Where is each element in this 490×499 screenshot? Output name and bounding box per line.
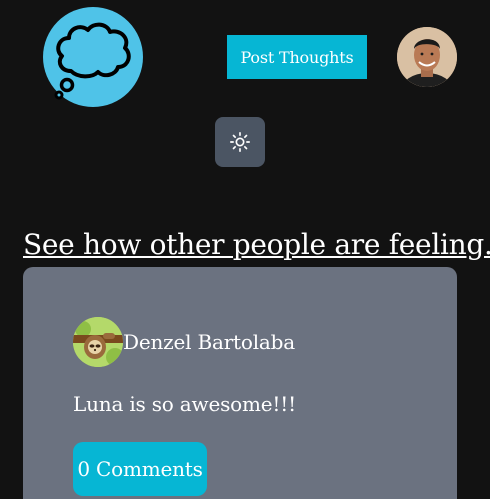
theme-toggle-button[interactable] [215, 117, 265, 167]
author-avatar[interactable] [73, 317, 123, 367]
sloth-avatar-icon [73, 317, 123, 367]
user-avatar-icon [397, 27, 457, 87]
post-author-row[interactable]: Denzel Bartolaba [73, 317, 295, 367]
sun-icon [230, 132, 250, 152]
feed-heading[interactable]: See how other people are feeling... [23, 228, 490, 261]
post-text: Luna is so awesome!!! [73, 392, 296, 416]
profile-avatar[interactable] [397, 27, 457, 87]
author-name[interactable]: Denzel Bartolaba [123, 330, 295, 354]
post-card: Denzel Bartolaba Luna is so awesome!!! 0… [23, 267, 457, 499]
logo[interactable] [43, 7, 143, 107]
comments-button[interactable]: 0 Comments [73, 442, 207, 496]
post-thoughts-button[interactable]: Post Thoughts [227, 35, 367, 79]
thought-cloud-icon [54, 22, 131, 100]
